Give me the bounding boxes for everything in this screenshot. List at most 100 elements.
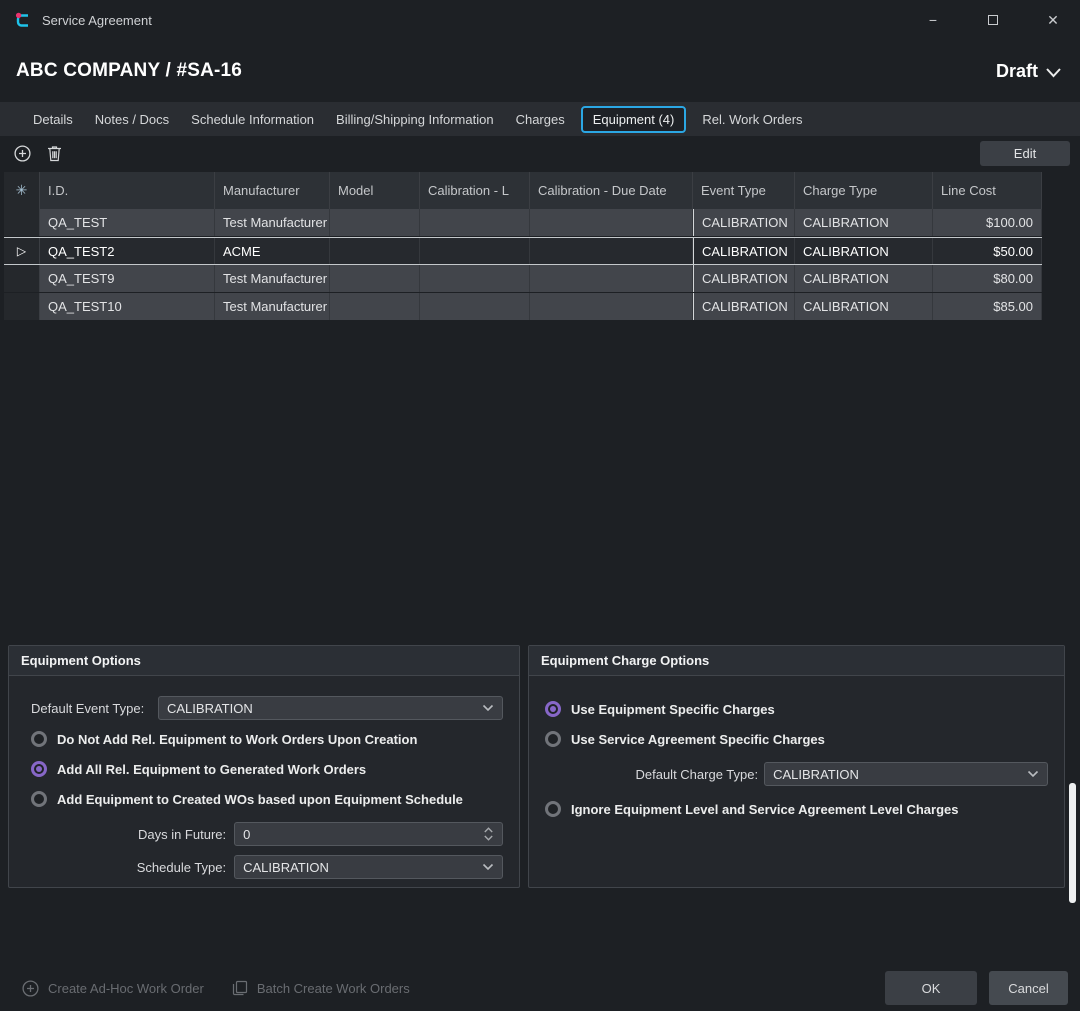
radio-icon-checked (31, 761, 47, 777)
tab-billing-shipping-information[interactable]: Billing/Shipping Information (325, 107, 505, 132)
days-in-future-stepper[interactable]: 0 (234, 822, 503, 846)
tab-notes-docs[interactable]: Notes / Docs (84, 107, 180, 132)
stepper-up-down-icon[interactable] (483, 826, 494, 842)
edit-button[interactable]: Edit (980, 141, 1070, 166)
row-indicator-cell[interactable] (4, 293, 40, 320)
column-chooser-gear-icon[interactable]: ✳ (4, 172, 40, 209)
batch-pages-icon (232, 980, 248, 996)
record-header: ABC COMPANY / #SA-16 Draft (0, 40, 1080, 102)
cell-model[interactable] (330, 265, 420, 292)
cell-charge-type[interactable]: CALIBRATION (795, 265, 933, 292)
cell-calibration-due[interactable] (530, 209, 693, 236)
radio-icon (545, 801, 561, 817)
cell-id[interactable]: QA_TEST10 (40, 293, 215, 320)
column-header-calibration-due[interactable]: Calibration - Due Date (530, 172, 693, 209)
column-header-event-type[interactable]: Event Type (693, 172, 795, 209)
tab-schedule-information[interactable]: Schedule Information (180, 107, 325, 132)
tab-rel-work-orders[interactable]: Rel. Work Orders (691, 107, 813, 132)
cell-model[interactable] (330, 238, 420, 264)
schedule-type-label: Schedule Type: (31, 860, 226, 875)
cell-calibration-due[interactable] (530, 265, 693, 292)
radio-icon (545, 731, 561, 747)
radio-ignore-equipment-sa-charges[interactable]: Ignore Equipment Level and Service Agree… (545, 798, 1048, 820)
row-indicator-cell[interactable] (4, 265, 40, 292)
cell-model[interactable] (330, 209, 420, 236)
create-adhoc-work-order-button[interactable]: Create Ad-Hoc Work Order (12, 972, 214, 1005)
tab-charges[interactable]: Charges (505, 107, 576, 132)
close-button[interactable]: ✕ (1044, 12, 1062, 29)
vertical-scrollbar-thumb[interactable] (1069, 783, 1076, 903)
table-row-selected[interactable]: ▷ QA_TEST2 ACME CALIBRATION CALIBRATION … (4, 237, 1042, 265)
cell-manufacturer[interactable]: Test Manufacturer (215, 265, 330, 292)
tab-details[interactable]: Details (22, 107, 84, 132)
cell-id[interactable]: QA_TEST2 (40, 238, 215, 264)
schedule-type-value: CALIBRATION (243, 860, 329, 875)
cell-charge-type[interactable]: CALIBRATION (795, 238, 933, 264)
cell-calibration-due[interactable] (530, 293, 693, 320)
add-row-button[interactable] (14, 145, 31, 162)
table-row[interactable]: QA_TEST9 Test Manufacturer CALIBRATION C… (4, 265, 1042, 293)
cell-event-type[interactable]: CALIBRATION (693, 238, 795, 264)
cell-line-cost[interactable]: $85.00 (933, 293, 1042, 320)
status-dropdown[interactable]: Draft (996, 61, 1062, 82)
default-event-type-select[interactable]: CALIBRATION (158, 696, 503, 720)
chevron-down-icon (1045, 67, 1062, 78)
cell-id[interactable]: QA_TEST9 (40, 265, 215, 292)
ok-button[interactable]: OK (885, 971, 977, 1005)
cell-calibration-last[interactable] (420, 209, 530, 236)
cell-charge-type[interactable]: CALIBRATION (795, 209, 933, 236)
cell-line-cost[interactable]: $50.00 (933, 238, 1042, 264)
radio-icon-checked (545, 701, 561, 717)
radio-add-all-equipment[interactable]: Add All Rel. Equipment to Generated Work… (31, 758, 503, 780)
page-title: ABC COMPANY / #SA-16 (16, 60, 242, 82)
radio-use-equipment-specific-charges[interactable]: Use Equipment Specific Charges (545, 698, 1048, 720)
selected-row-arrow-icon: ▷ (17, 244, 26, 258)
radio-label: Use Equipment Specific Charges (571, 702, 775, 717)
cell-manufacturer[interactable]: ACME (215, 238, 330, 264)
default-charge-type-value: CALIBRATION (773, 767, 859, 782)
cell-line-cost[interactable]: $80.00 (933, 265, 1042, 292)
batch-create-work-orders-button[interactable]: Batch Create Work Orders (222, 972, 420, 1004)
cell-calibration-last[interactable] (420, 238, 530, 264)
trash-icon (47, 145, 62, 162)
cell-model[interactable] (330, 293, 420, 320)
column-header-id[interactable]: I.D. (40, 172, 215, 209)
cell-manufacturer[interactable]: Test Manufacturer (215, 293, 330, 320)
radio-label: Ignore Equipment Level and Service Agree… (571, 802, 958, 817)
column-header-model[interactable]: Model (330, 172, 420, 209)
row-indicator-cell[interactable] (4, 209, 40, 236)
maximize-button[interactable] (984, 12, 1002, 28)
radio-icon (31, 731, 47, 747)
column-header-manufacturer[interactable]: Manufacturer (215, 172, 330, 209)
schedule-type-select[interactable]: CALIBRATION (234, 855, 503, 879)
delete-row-button[interactable] (47, 145, 62, 162)
table-row[interactable]: QA_TEST10 Test Manufacturer CALIBRATION … (4, 293, 1042, 321)
radio-add-equipment-by-schedule[interactable]: Add Equipment to Created WOs based upon … (31, 788, 503, 810)
cell-event-type[interactable]: CALIBRATION (693, 209, 795, 236)
cell-line-cost[interactable]: $100.00 (933, 209, 1042, 236)
column-header-line-cost[interactable]: Line Cost (933, 172, 1042, 209)
cell-charge-type[interactable]: CALIBRATION (795, 293, 933, 320)
cell-calibration-last[interactable] (420, 293, 530, 320)
cell-event-type[interactable]: CALIBRATION (693, 293, 795, 320)
cancel-button[interactable]: Cancel (989, 971, 1068, 1005)
cell-id[interactable]: QA_TEST (40, 209, 215, 236)
radio-do-not-add-equipment[interactable]: Do Not Add Rel. Equipment to Work Orders… (31, 728, 503, 750)
radio-use-service-agreement-charges[interactable]: Use Service Agreement Specific Charges (545, 728, 1048, 750)
cell-event-type[interactable]: CALIBRATION (693, 265, 795, 292)
circle-plus-icon (22, 980, 39, 997)
table-row[interactable]: QA_TEST Test Manufacturer CALIBRATION CA… (4, 209, 1042, 237)
days-in-future-row: Days in Future: 0 (31, 822, 503, 846)
row-indicator-cell[interactable]: ▷ (4, 238, 40, 264)
cell-manufacturer[interactable]: Test Manufacturer (215, 209, 330, 236)
cell-calibration-last[interactable] (420, 265, 530, 292)
default-charge-type-select[interactable]: CALIBRATION (764, 762, 1048, 786)
cell-calibration-due[interactable] (530, 238, 693, 264)
options-panels: Equipment Options Default Event Type: CA… (0, 645, 1080, 888)
minimize-button[interactable]: − (924, 12, 942, 28)
chevron-down-icon (482, 704, 494, 712)
tab-equipment[interactable]: Equipment (4) (581, 106, 687, 133)
column-header-charge-type[interactable]: Charge Type (795, 172, 933, 209)
equipment-options-title: Equipment Options (9, 646, 519, 676)
column-header-calibration-last[interactable]: Calibration - L (420, 172, 530, 209)
